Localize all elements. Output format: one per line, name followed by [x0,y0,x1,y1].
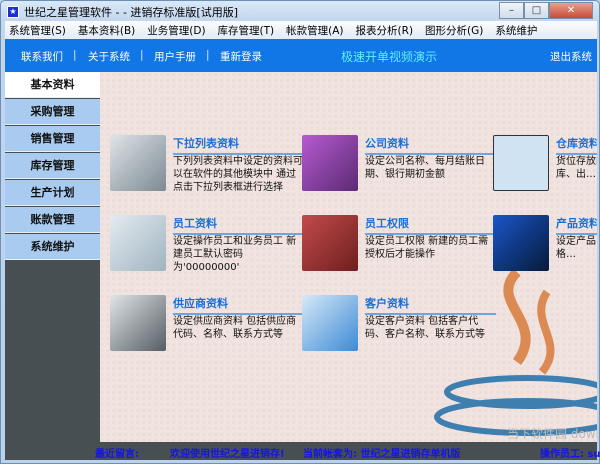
message-text: 欢迎使用世纪之星进销存! [170,449,285,460]
window-title: 世纪之星管理软件 - - 进销存标准版[试用版] [24,6,239,19]
card-title[interactable]: 客户资料 [365,295,496,315]
sidebar-item-production[interactable]: 生产计划 [5,180,100,206]
card-desc: 下列列表资料中设定的资料可以在软件的其他模块中 通过点击下拉列表框进行选择 [173,156,303,193]
product-box-icon [493,215,549,271]
minimize-button[interactable]: – [499,2,524,19]
menu-bar: 系统管理(S) 基本资料(B) 业务管理(D) 库存管理(T) 帐款管理(A) … [5,21,597,39]
message-label: 最近留言: [95,449,139,460]
menu-basic[interactable]: 基本资料(B) [78,23,135,38]
operator: 操作员工: su [540,449,600,460]
card-desc: 设定产品…产品代码…指导价格… [556,236,597,260]
customer-users-icon [302,295,358,351]
separator: | [73,49,77,61]
toolbar: 联系我们 | 关于系统 | 用户手册 | 重新登录 极速开单视频演示 退出系统 [5,39,597,72]
status-bar: 最近留言: 欢迎使用世纪之星进销存! 当前帐套为: 世纪之星进销存单机版 操作员… [5,442,600,460]
contact-link[interactable]: 联系我们 [21,49,63,64]
warehouse-building-icon [493,135,549,191]
watermark: 当下软件园 downxia.com [507,427,597,441]
separator: | [140,49,144,61]
card-title[interactable]: 员工权限 [365,215,496,235]
card-employee-data[interactable]: 员工资料 设定操作员工和业务员工 新建员工默认密码为'00000000' [110,215,305,290]
employee-folder-icon [110,215,166,271]
card-customer-data[interactable]: 客户资料 设定客户资料 包括客户代码、客户名称、联系方式等 [302,295,497,370]
manual-link[interactable]: 用户手册 [154,49,196,64]
sidebar: 基本资料 采购管理 销售管理 库存管理 生产计划 账款管理 系统维护 [5,72,100,442]
menu-reports[interactable]: 报表分析(R) [356,23,414,38]
exit-link[interactable]: 退出系统 [550,49,592,64]
close-button[interactable]: ✕ [549,2,593,19]
sidebar-item-purchase[interactable]: 采购管理 [5,99,100,125]
card-company-data[interactable]: 公司资料 设定公司名称、每月结账日期、银行期初金额 [302,135,497,210]
card-desc: 货位存放的…是虚拟的…入库、出… [556,156,597,180]
sidebar-item-inventory[interactable]: 库存管理 [5,153,100,179]
card-product-data[interactable]: 产品资料 设定产品…产品代码…指导价格… [493,215,597,290]
card-employee-permission[interactable]: 员工权限 设定员工权限 新建的员工需授权后才能操作 [302,215,497,290]
card-title[interactable]: 公司资料 [365,135,496,155]
card-dropdown-data[interactable]: 下拉列表资料 下列列表资料中设定的资料可以在软件的其他模块中 通过点击下拉列表框… [110,135,305,210]
menu-business[interactable]: 业务管理(D) [147,23,205,38]
card-title[interactable]: 下拉列表资料 [173,135,304,155]
permission-check-icon [302,215,358,271]
folder-arrow-icon [110,135,166,191]
app-icon: ★ [7,6,19,18]
app-window: ★ 世纪之星管理软件 - - 进销存标准版[试用版] – □ ✕ 系统管理(S)… [0,0,600,464]
account-set: 当前帐套为: 世纪之星进销存单机版 [303,449,461,460]
card-supplier-data[interactable]: 供应商资料 设定供应商资料 包括供应商代码、名称、联系方式等 [110,295,305,370]
menu-maintenance[interactable]: 系统维护 [495,23,537,38]
card-desc: 设定员工权限 新建的员工需授权后才能操作 [365,236,489,260]
card-title[interactable]: 仓库资料 [556,135,597,155]
content-area: 当下软件园 downxia.com 下拉列表资料 下列列表资料中设定的资料可以在… [100,72,597,442]
sidebar-item-basic[interactable]: 基本资料 [5,72,100,98]
title-bar: ★ 世纪之星管理软件 - - 进销存标准版[试用版] [7,4,238,20]
menu-graphs[interactable]: 图形分析(G) [425,23,483,38]
company-c-icon [302,135,358,191]
card-desc: 设定客户资料 包括客户代码、客户名称、联系方式等 [365,316,485,340]
relogin-link[interactable]: 重新登录 [220,49,262,64]
card-warehouse-data[interactable]: 仓库资料 货位存放的…是虚拟的…入库、出… [493,135,597,210]
card-title[interactable]: 员工资料 [173,215,304,235]
card-desc: 设定操作员工和业务员工 新建员工默认密码为'00000000' [173,236,297,273]
separator: | [206,49,210,61]
card-title[interactable]: 产品资料 [556,215,597,235]
card-desc: 设定供应商资料 包括供应商代码、名称、联系方式等 [173,316,297,340]
card-title[interactable]: 供应商资料 [173,295,304,315]
sidebar-item-sales[interactable]: 销售管理 [5,126,100,152]
about-link[interactable]: 关于系统 [88,49,130,64]
sidebar-item-accounts[interactable]: 账款管理 [5,207,100,233]
sidebar-item-maintenance[interactable]: 系统维护 [5,234,100,260]
video-demo-link[interactable]: 极速开单视频演示 [341,48,437,65]
menu-system[interactable]: 系统管理(S) [9,23,66,38]
menu-accounts[interactable]: 帐款管理(A) [286,23,343,38]
maximize-button[interactable]: □ [524,2,549,19]
card-desc: 设定公司名称、每月结账日期、银行期初金额 [365,156,485,180]
menu-inventory[interactable]: 库存管理(T) [218,23,275,38]
supplier-users-icon [110,295,166,351]
